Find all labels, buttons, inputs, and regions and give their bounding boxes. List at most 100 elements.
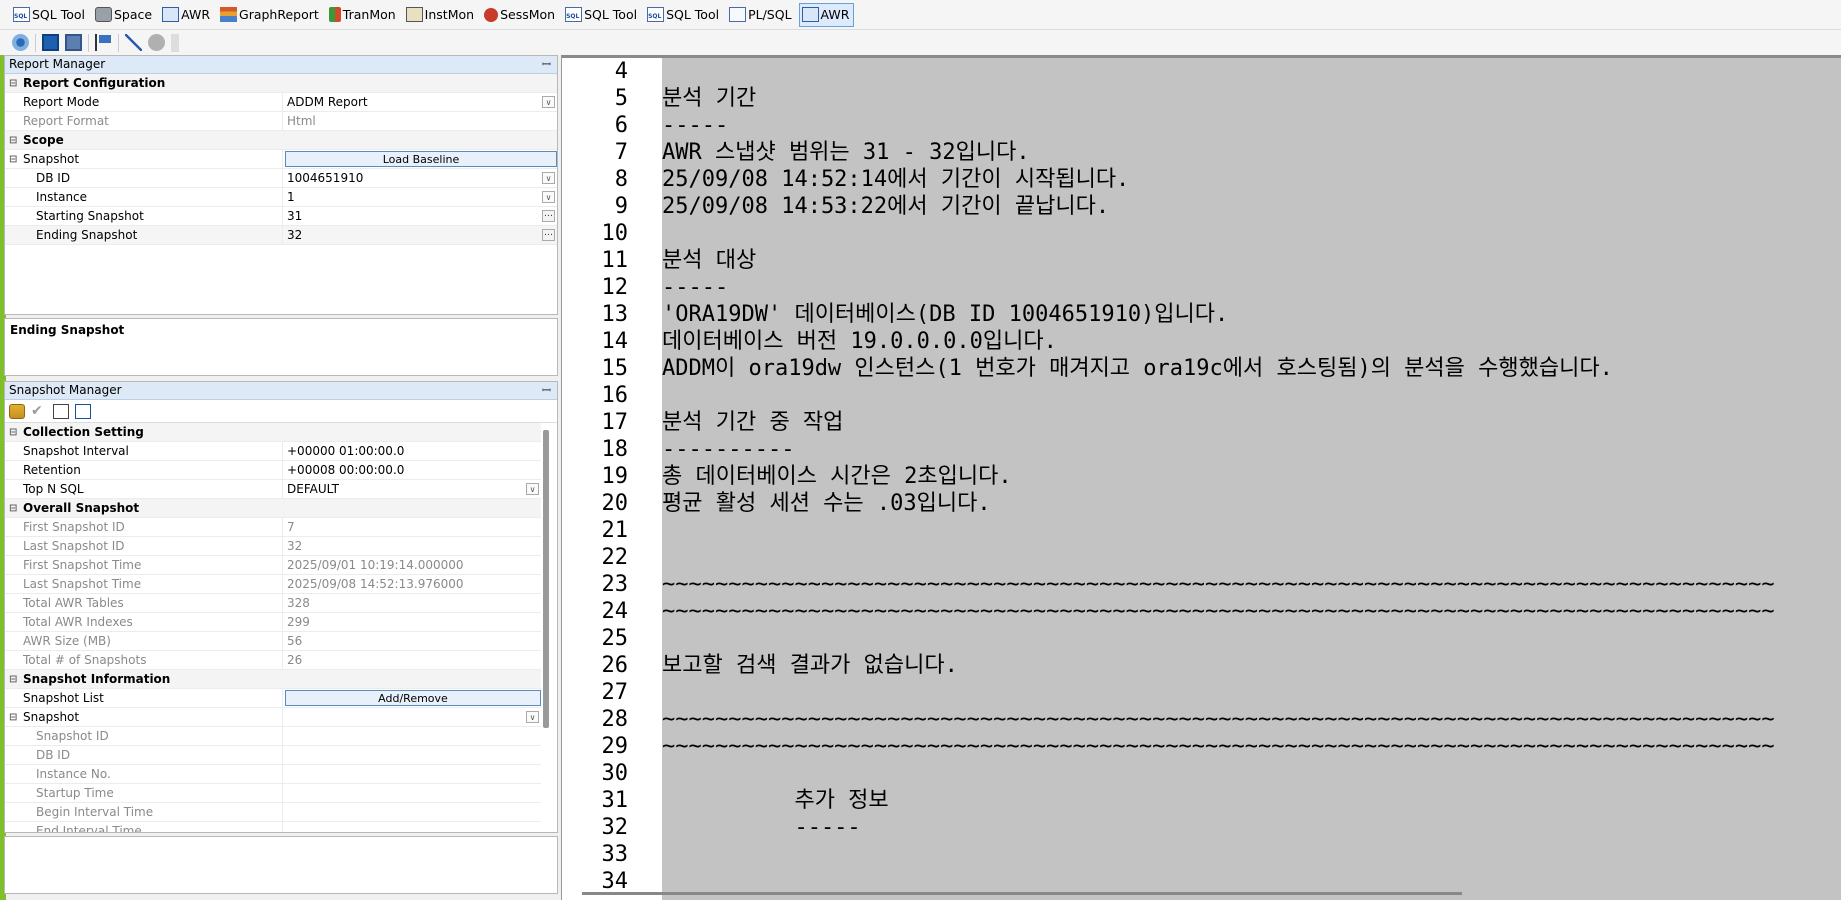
row-report-mode[interactable]: Report Mode ADDM Report ∨: [5, 93, 557, 112]
tab-sql-tool[interactable]: SQL Tool: [644, 3, 724, 27]
property-value: [283, 803, 541, 821]
collapse-icon[interactable]: ⊟: [9, 499, 17, 517]
line-text: 분석 기간: [662, 86, 757, 111]
report-line: 8 25/09/08 14:52:14에서 기간이 시작됩니다.: [562, 166, 1775, 193]
instance-value: 1: [287, 190, 295, 204]
tab-sessmon[interactable]: SessMon: [481, 3, 560, 27]
report-line: 5 분석 기간: [562, 85, 1775, 112]
tab-label: AWR: [820, 7, 850, 22]
line-text: -----: [662, 113, 729, 138]
generate-report-icon[interactable]: [12, 34, 29, 51]
toolbar-grip[interactable]: [171, 33, 179, 52]
tab-space[interactable]: Space: [92, 3, 157, 27]
tab-label: SQL Tool: [584, 7, 638, 22]
ending-snapshot-field[interactable]: 32…: [283, 226, 557, 244]
db-id-select[interactable]: 1004651910 ∨: [283, 169, 557, 187]
line-text: -----: [662, 815, 861, 840]
property-label: Report Format: [5, 112, 283, 130]
row-retention[interactable]: Retention +00008 00:00:00.0: [5, 461, 541, 480]
export-icon[interactable]: [53, 403, 69, 419]
ellipsis-icon[interactable]: …: [542, 229, 555, 241]
report-line: 28 ~~~~~~~~~~~~~~~~~~~~~~~~~~~~~~~~~~~~~~…: [562, 706, 1775, 733]
collapse-icon[interactable]: ⊟: [9, 150, 17, 168]
chevron-down-icon[interactable]: ∨: [526, 711, 539, 723]
chevron-down-icon[interactable]: ∨: [542, 191, 555, 203]
top-n-sql-select[interactable]: DEFAULT ∨: [283, 480, 541, 498]
property-value: [283, 784, 541, 802]
tab-sql-tool[interactable]: SQL Tool: [10, 3, 90, 27]
row-snapshot-select[interactable]: ⊟ Snapshot ∨: [5, 708, 541, 727]
tab-pl-sql[interactable]: PL/SQL: [726, 3, 796, 27]
row-ending-snapshot[interactable]: Ending Snapshot 32…: [5, 226, 557, 245]
snapshot-select[interactable]: ∨: [283, 708, 541, 726]
section-label: Snapshot Information: [23, 672, 171, 686]
report-mode-select[interactable]: ADDM Report ∨: [283, 93, 557, 111]
database-icon[interactable]: [9, 403, 25, 419]
line-text: 데이터베이스 버전 19.0.0.0.0입니다.: [662, 329, 1057, 354]
horizontal-scrollbar[interactable]: [582, 892, 1462, 895]
report-line: 26 보고할 검색 결과가 없습니다.: [562, 652, 1775, 679]
chevron-down-icon[interactable]: ∨: [542, 96, 555, 108]
add-remove-button[interactable]: Add/Remove: [285, 690, 541, 706]
starting-snapshot-field[interactable]: 31…: [283, 207, 557, 225]
report-line: 18 ----------: [562, 436, 1775, 463]
section-scope[interactable]: ⊟ Scope: [5, 131, 557, 150]
line-number: 20: [601, 491, 629, 516]
instance-select[interactable]: 1 ∨: [283, 188, 557, 206]
row-snapshot[interactable]: ⊟ Snapshot Load Baseline: [5, 150, 557, 169]
report-line: 30: [562, 760, 1775, 787]
snapshot-field-row: DB ID: [5, 746, 541, 765]
sql-tool-icon: [565, 7, 583, 22]
collapse-icon[interactable]: ⊟: [9, 708, 17, 726]
tab-graphreport[interactable]: GraphReport: [217, 3, 324, 27]
row-starting-snapshot[interactable]: Starting Snapshot 31…: [5, 207, 557, 226]
row-instance[interactable]: Instance 1 ∨: [5, 188, 557, 207]
collapse-icon[interactable]: ⊟: [9, 670, 17, 688]
property-label: Instance: [5, 188, 283, 206]
chevron-down-icon[interactable]: ∨: [526, 483, 539, 495]
save-icon[interactable]: [42, 34, 59, 51]
section-collection-setting[interactable]: ⊟ Collection Setting: [5, 423, 541, 442]
collapse-icon[interactable]: ⊟: [9, 131, 17, 149]
collapse-icon[interactable]: ⊟: [9, 423, 17, 441]
line-text: 25/09/08 14:52:14에서 기간이 시작됩니다.: [662, 167, 1130, 192]
line-number: 21: [601, 518, 629, 543]
section-snapshot-information[interactable]: ⊟ Snapshot Information: [5, 670, 541, 689]
pin-icon[interactable]: ꟷ: [542, 382, 551, 399]
save-all-icon[interactable]: [65, 34, 82, 51]
property-label: Instance No.: [5, 765, 283, 783]
section-report-configuration[interactable]: ⊟ Report Configuration: [5, 74, 557, 93]
row-top-n-sql[interactable]: Top N SQL DEFAULT ∨: [5, 480, 541, 499]
row-snapshot-list[interactable]: Snapshot List Add/Remove: [5, 689, 541, 708]
report-line: 21: [562, 517, 1775, 544]
flag-icon[interactable]: [95, 34, 112, 51]
snapshot-manager-header: Snapshot Manager ꟷ: [5, 382, 557, 400]
report-line: 22: [562, 544, 1775, 571]
load-baseline-button[interactable]: Load Baseline: [285, 151, 557, 167]
tab-awr[interactable]: AWR: [798, 2, 855, 27]
line-number: 25: [601, 626, 629, 651]
row-snapshot-interval[interactable]: Snapshot Interval +00000 01:00:00.0: [5, 442, 541, 461]
tab-instmon[interactable]: InstMon: [403, 3, 479, 27]
external-link-icon[interactable]: [75, 403, 91, 419]
snapshot-interval-value[interactable]: +00000 01:00:00.0: [283, 442, 541, 460]
collapse-icon[interactable]: ⊟: [9, 74, 17, 92]
pin-icon[interactable]: ꟷ: [542, 56, 551, 73]
line-text: 추가 정보: [662, 788, 889, 813]
property-label: Begin Interval Time: [5, 803, 283, 821]
tab-tranmon[interactable]: TranMon: [326, 3, 401, 27]
report-output-view[interactable]: 4 5 분석 기간 6 ----- 7 AWR 스냅샷 범위는 31 - 32입니다. 8 25…: [561, 55, 1841, 900]
chevron-down-icon[interactable]: ∨: [542, 172, 555, 184]
tab-sql-tool[interactable]: SQL Tool: [562, 3, 642, 27]
vertical-scrollbar[interactable]: [543, 430, 549, 728]
trend-chart-icon[interactable]: [125, 34, 142, 51]
overall-snapshot-row: Last Snapshot Time 2025/09/08 14:52:13.97…: [5, 575, 541, 594]
tab-awr[interactable]: AWR: [159, 3, 215, 27]
retention-value[interactable]: +00008 00:00:00.0: [283, 461, 541, 479]
section-overall-snapshot[interactable]: ⊟ Overall Snapshot: [5, 499, 541, 518]
row-db-id[interactable]: DB ID 1004651910 ∨: [5, 169, 557, 188]
line-text: 총 데이터베이스 시간은 2초입니다.: [662, 464, 1012, 489]
ellipsis-icon[interactable]: …: [542, 210, 555, 222]
property-label: Retention: [5, 461, 283, 479]
line-text: ~~~~~~~~~~~~~~~~~~~~~~~~~~~~~~~~~~~~~~~~…: [662, 572, 1775, 597]
